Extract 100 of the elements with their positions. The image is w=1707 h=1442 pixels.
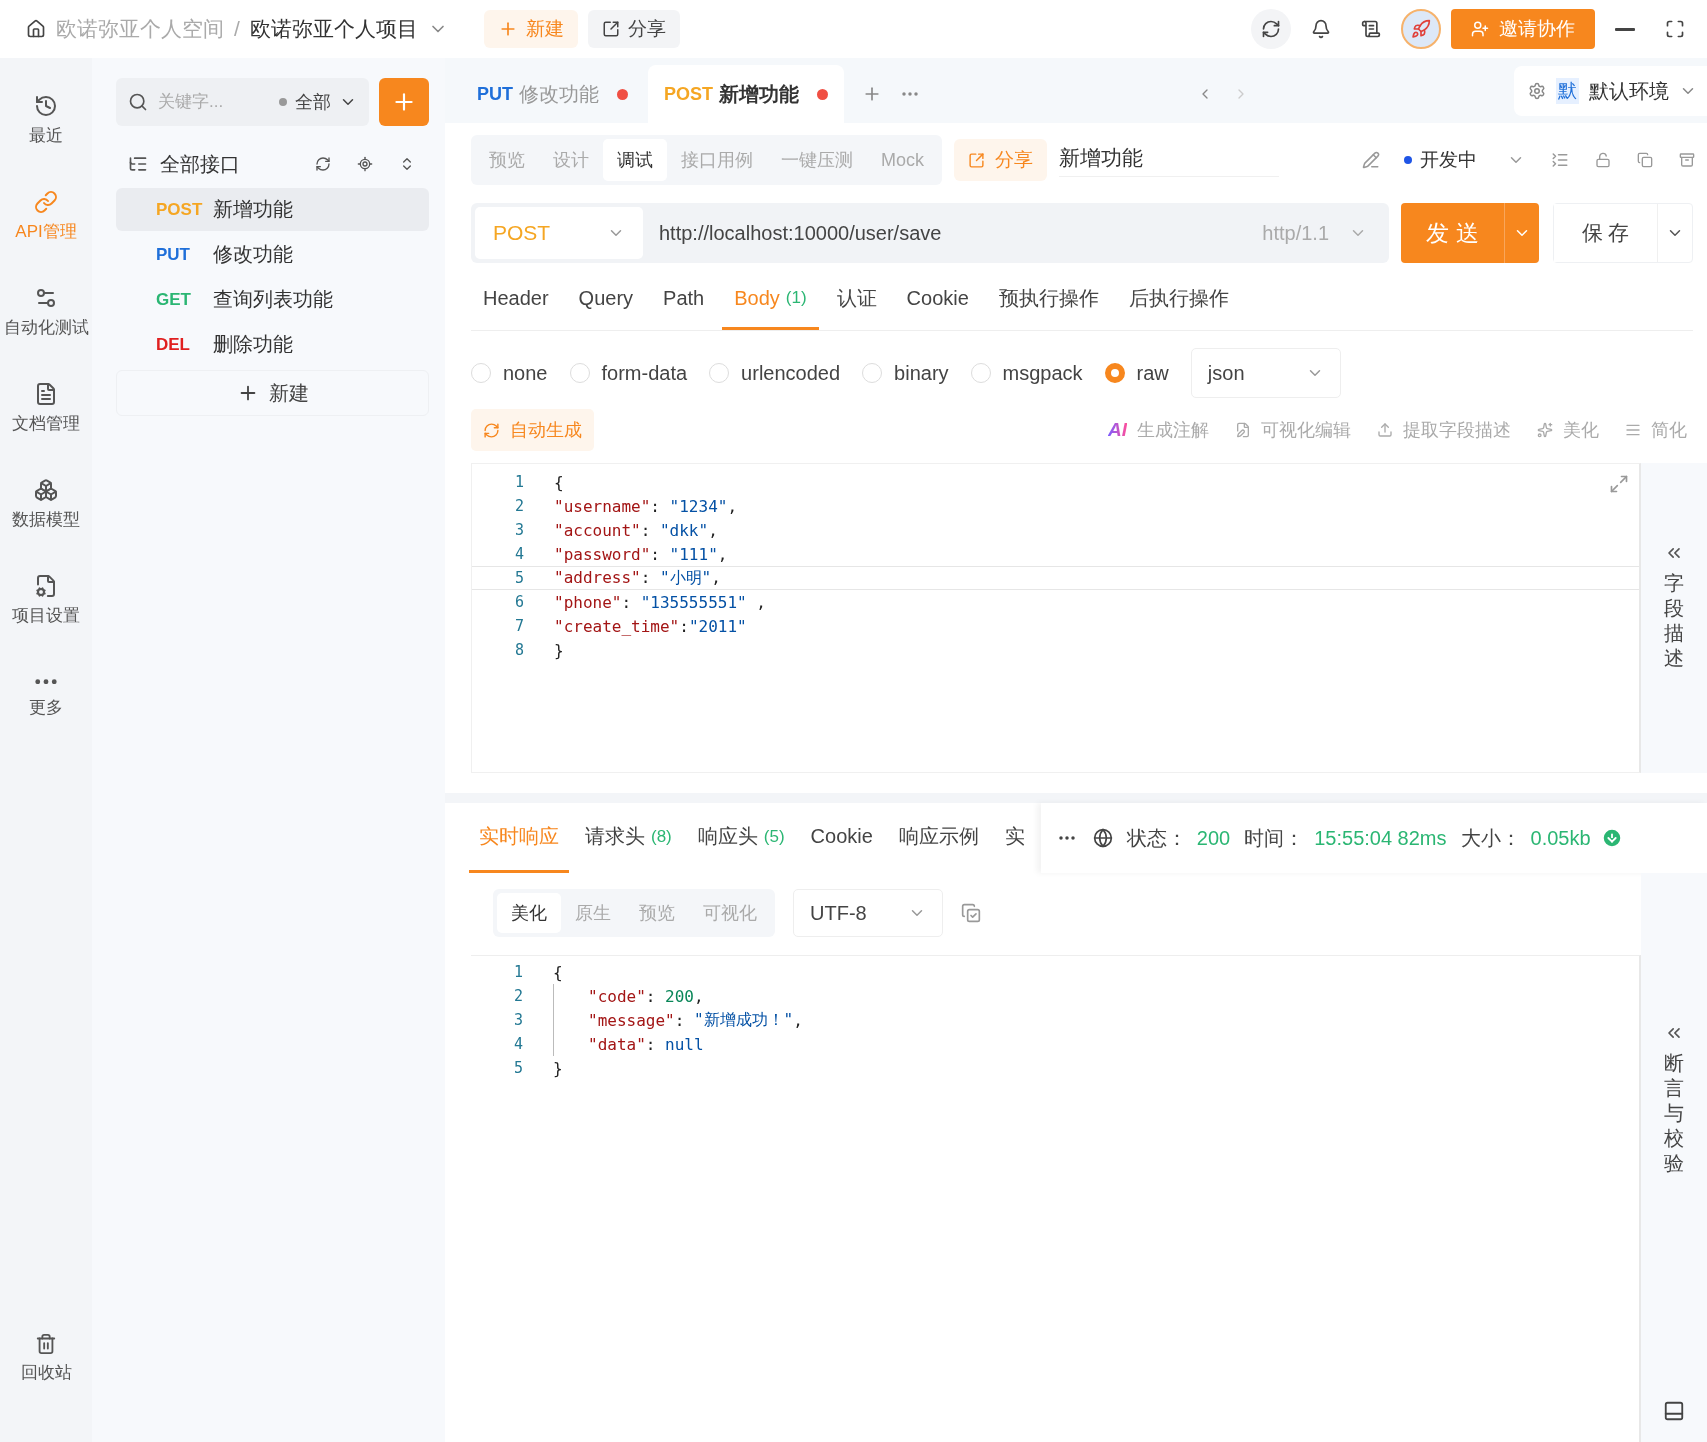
avatar[interactable] [1401,9,1441,49]
save-button[interactable]: 保 存 [1554,204,1658,262]
trash-icon [35,1332,57,1355]
nav-item[interactable]: 最近 [0,72,92,168]
code-line: } [553,1058,563,1078]
endpoint-list-item[interactable]: GET 查询列表功能 [116,278,429,321]
layout-icon[interactable] [1663,1400,1685,1422]
code-line: { [554,472,564,492]
fullscreen-icon [1665,19,1685,39]
new-endpoint-button[interactable]: 新建 [116,370,429,416]
line-number: 5 [512,1059,523,1077]
status-dot [1404,156,1412,164]
nav-item[interactable]: 更多 [0,648,92,744]
param-tab[interactable]: 预执行操作 [986,269,1111,330]
param-tab[interactable]: 认证 [824,269,889,330]
body-type-radio[interactable]: form-data [569,361,688,385]
generate-comments-button[interactable]: AI 生成注解 [1108,418,1209,442]
copy-icon[interactable] [1637,152,1653,168]
code-line: "code": 200, [553,984,704,1008]
param-tab[interactable]: Header [471,269,561,330]
body-type-radio[interactable]: msgpack [970,361,1083,385]
more-icon[interactable] [1058,836,1075,840]
notes-icon [1361,19,1381,39]
line-number: 4 [513,545,524,563]
response-tab[interactable]: 响应头 (5) [687,803,795,873]
endpoint-list-item[interactable]: POST 新增功能 [116,188,429,231]
endpoint-list-item[interactable]: PUT 修改功能 [116,233,429,276]
body-type-radio[interactable]: binary [862,361,949,385]
share-button[interactable]: 分享 [587,10,680,48]
tree-icon [128,154,148,174]
status-value: 200 [1196,826,1231,850]
code-line: "phone": "135555551" , [554,592,766,612]
status-select[interactable]: 开发中 [1404,147,1525,173]
param-tab[interactable]: Path [651,269,717,330]
archive-icon[interactable] [1679,152,1695,168]
encoding-select[interactable]: UTF-8 [793,889,943,937]
time-value: 15:55:04 82ms [1314,826,1447,850]
response-tab[interactable]: 响应示例 [888,803,989,873]
locate-icon[interactable] [357,156,373,172]
share-icon [601,20,620,38]
response-tab[interactable]: 实 [994,803,1035,873]
line-number: 4 [512,1035,523,1053]
code-line: "data": null [553,1032,704,1056]
param-tab[interactable]: Cookie [894,269,981,330]
search-icon [128,92,148,112]
nav-item[interactable]: 文档管理 [0,360,92,456]
filter-select[interactable]: 全部 [295,90,331,114]
response-tab[interactable]: 请求头 (8) [575,803,682,873]
add-button[interactable] [379,78,429,126]
line-number: 3 [512,1011,523,1029]
copy-icon[interactable] [961,903,981,923]
side-panel[interactable]: 字段描述 [1641,463,1707,773]
more-icon[interactable] [35,678,57,685]
filter-dot [279,98,287,106]
download-icon[interactable] [1600,827,1623,849]
lines-icon [1625,422,1641,438]
time-label: 时间： [1244,825,1305,851]
user-plus-icon [1471,20,1489,38]
file-pen-icon [1235,422,1251,438]
editor-tab[interactable]: PUT 修改功能 [461,65,644,123]
unsaved-dot [617,88,628,100]
nav-item[interactable]: 回收站 [0,1310,92,1406]
param-tab[interactable]: Query [566,269,646,330]
minimize-icon [1615,27,1635,31]
body-type-radio[interactable]: urlencoded [709,361,841,385]
response-tab[interactable]: Cookie [800,803,883,873]
size-value: 0.05kb [1530,826,1591,850]
nav-item[interactable]: 项目设置 [0,552,92,648]
code-editor[interactable]: 1 { 2 "username": "1234", 3 "account": "dkk", 4 "password": "111", 5 "address": "小明", 6 "phone": "135555551" , 7 "create_time":"2011" 8 } [471,463,1641,773]
globe-icon [1092,828,1113,848]
code-line: "create_time":"2011" [554,616,747,636]
project-name[interactable]: 欧诺弥亚个人项目 [249,15,418,43]
refresh-icon[interactable] [315,156,331,172]
endpoint-list-item[interactable]: DEL 删除功能 [116,323,429,366]
environment-select[interactable]: 默 默认环境 [1514,66,1707,116]
refresh-button[interactable] [1251,9,1291,49]
side-panel[interactable]: 断言与校验 [1641,873,1707,1442]
nav-item[interactable]: 数据模型 [0,456,92,552]
view-mode-tab[interactable]: 美化 [497,893,561,933]
folder-label[interactable]: 全部接口 [160,150,240,178]
search-field[interactable]: 关键字... 全部 [116,78,369,126]
unlock-icon[interactable] [1595,152,1611,168]
nav-item[interactable]: 自动化测试 [0,264,92,360]
editor-tab[interactable]: POST 新增功能 [648,65,844,123]
edit-icon[interactable] [1362,151,1380,169]
line-number: 2 [512,987,523,1005]
expand-icon[interactable] [1609,474,1629,494]
line-number: 2 [513,497,524,515]
param-tab[interactable]: 后执行操作 [1116,269,1241,330]
view-tab[interactable]: 调试 [603,139,667,181]
boxes-icon [34,477,58,502]
status-label: 状态： [1126,825,1187,851]
body-type-radio[interactable]: none [471,361,548,385]
api-name-field[interactable]: 新增功能 [1059,143,1279,177]
format-select[interactable]: json [1190,348,1341,398]
code-line: "username": "1234", [554,496,738,516]
line-number: 3 [513,521,524,539]
body-type-radio[interactable]: raw [1104,361,1169,385]
indent-icon[interactable] [1551,151,1569,169]
code-line: "account": "dkk", [554,520,718,540]
